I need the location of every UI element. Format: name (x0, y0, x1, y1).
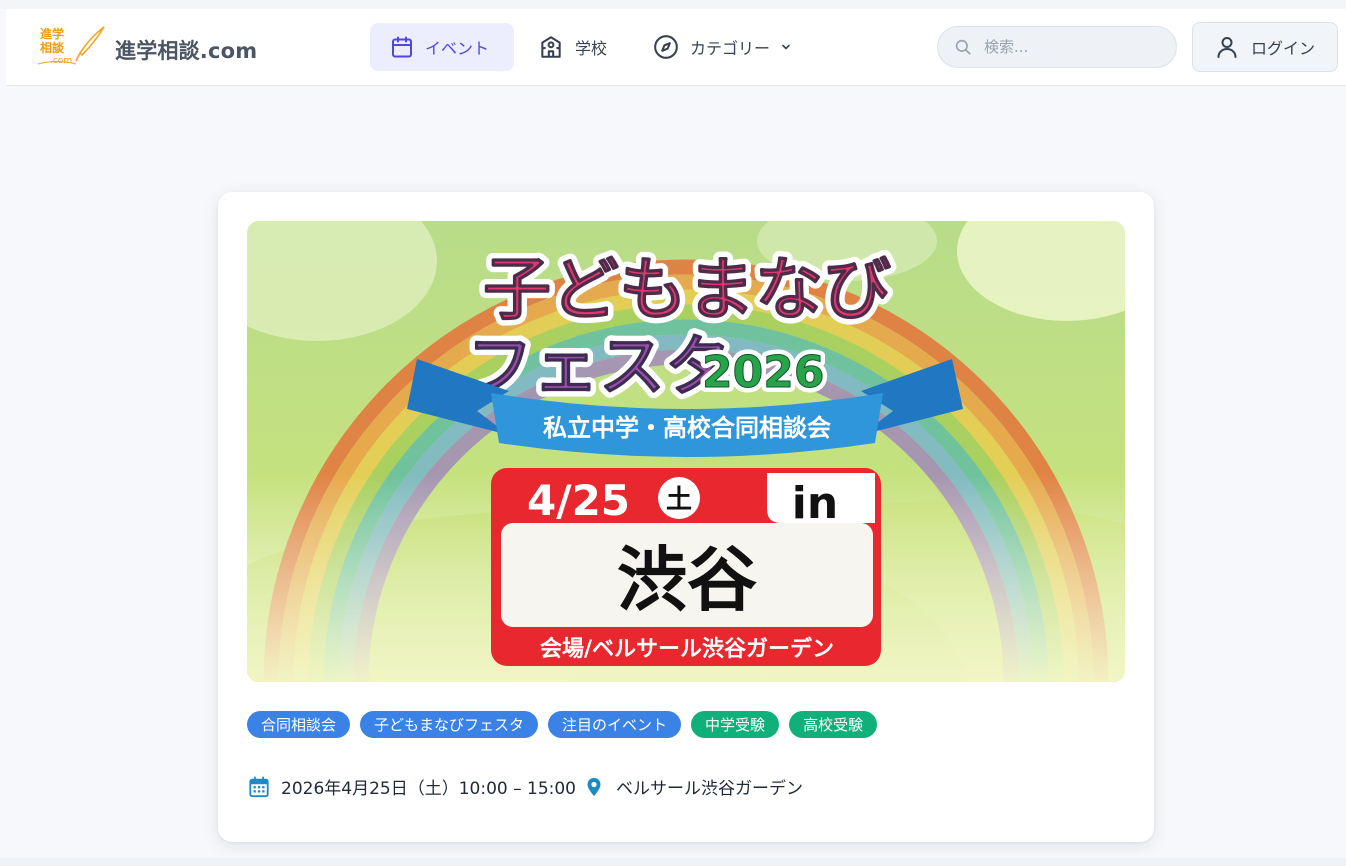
search-box[interactable] (937, 26, 1177, 68)
nav-schools-label: 学校 (575, 39, 608, 58)
svg-text:2026: 2026 (702, 347, 824, 398)
login-button[interactable]: ログイン (1192, 22, 1338, 72)
svg-text:土: 土 (666, 485, 692, 515)
tag-joint-consultation[interactable]: 合同相談会 (247, 711, 351, 738)
calendar-icon (392, 36, 412, 58)
svg-text:渋谷: 渋谷 (617, 539, 757, 621)
event-card: 子どもまなび 子どもまなび フェスタ フェスタ 2026 2026 私立中学・高… (218, 192, 1154, 842)
compass-icon (654, 35, 678, 59)
login-label: ログイン (1251, 39, 1316, 58)
search-icon (955, 39, 971, 55)
event-venue[interactable]: ベルサール渋谷ガーデン (616, 774, 803, 799)
nav-categories-label: カテゴリー (690, 39, 771, 58)
tag-high-school-exam[interactable]: 高校受験 (789, 711, 878, 738)
site-name[interactable]: 進学相談.com (115, 35, 257, 65)
user-icon (1217, 37, 1237, 58)
svg-text:.com: .com (50, 56, 72, 66)
top-strip (0, 0, 1346, 9)
site-header: 進学 相談 .com 進学相談.com イベント 学校 カテゴリー 検索... … (6, 9, 1346, 86)
nav-schools[interactable]: 学校 (538, 23, 607, 71)
nav-categories[interactable]: カテゴリー (653, 23, 792, 71)
event-meta: 2026年4月25日（土）10:00 – 15:00 ベルサール渋谷ガーデン (248, 774, 803, 799)
school-icon (541, 36, 561, 58)
bottom-strip (0, 858, 1346, 866)
tag-featured-event[interactable]: 注目のイベント (548, 711, 682, 738)
chevron-down-icon (782, 44, 790, 50)
map-pin-icon (587, 777, 601, 796)
svg-text:私立中学・高校合同相談会: 私立中学・高校合同相談会 (543, 414, 831, 442)
svg-text:会場/ベルサール渋谷ガーデン: 会場/ベルサール渋谷ガーデン (540, 636, 834, 662)
svg-text:子どもまなび: 子どもまなび (483, 251, 891, 330)
site-logo[interactable]: 進学 相談 .com (36, 23, 106, 67)
svg-text:進学: 進学 (40, 26, 64, 41)
calendar-icon (249, 775, 269, 797)
tag-junior-high-exam[interactable]: 中学受験 (691, 711, 780, 738)
nav-events-label: イベント (425, 39, 490, 58)
svg-text:in: in (792, 478, 838, 529)
nav-events[interactable]: イベント (370, 23, 514, 71)
tag-kodomo-manabi-festa[interactable]: 子どもまなびフェスタ (360, 711, 539, 738)
tag-list: 合同相談会 子どもまなびフェスタ 注目のイベント 中学受験 高校受験 (247, 711, 878, 738)
svg-text:フェスタ: フェスタ (467, 328, 731, 405)
search-input[interactable] (984, 38, 1164, 56)
svg-text:相談: 相談 (40, 40, 65, 55)
event-datetime: 2026年4月25日（土）10:00 – 15:00 (281, 779, 577, 799)
svg-text:4/25: 4/25 (527, 476, 630, 525)
event-banner[interactable]: 子どもまなび 子どもまなび フェスタ フェスタ 2026 2026 私立中学・高… (247, 221, 1125, 682)
